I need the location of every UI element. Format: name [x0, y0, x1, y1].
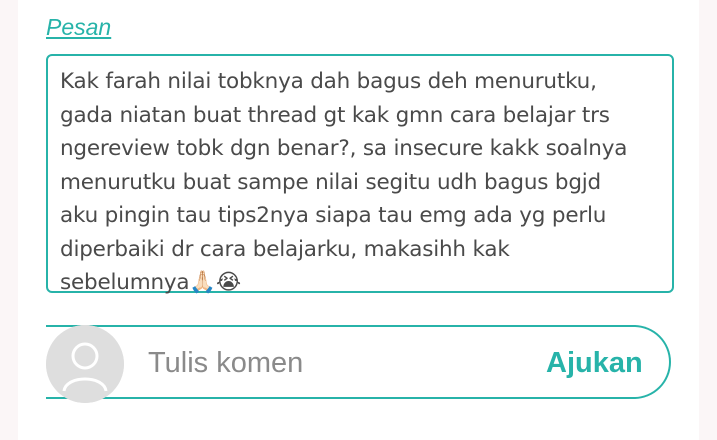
message-box: Kak farah nilai tobknya dah bagus deh me… — [46, 54, 674, 295]
message-label: Pesan — [46, 14, 112, 40]
avatar — [46, 325, 124, 403]
message-text: Kak farah nilai tobknya dah bagus deh me… — [60, 69, 628, 295]
comment-input[interactable] — [148, 340, 528, 386]
submit-comment-button[interactable]: Ajukan — [546, 340, 643, 386]
user-avatar-placeholder-icon — [46, 325, 124, 403]
question-card: Pesan Kak farah nilai tobknya dah bagus … — [18, 0, 699, 440]
